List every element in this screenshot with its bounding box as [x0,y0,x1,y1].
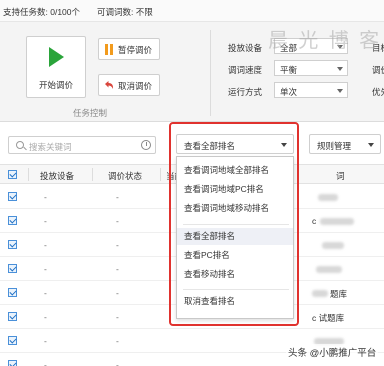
start-bid-label: 开始调价 [38,80,73,90]
supported-tasks-text: 支持任务数: 0/100个 [3,7,80,17]
device-label: 投放设备 [228,43,263,53]
row-checkbox[interactable] [8,216,17,225]
mode-select-value: 单次 [280,87,298,97]
column-header-device: 投放设备 [40,171,75,181]
chevron-down-icon [337,67,343,71]
clock-icon[interactable] [141,140,151,150]
select-all-checkbox[interactable] [8,170,17,179]
chevron-down-icon [337,89,343,93]
priority-label: 优先 [372,87,384,97]
undo-icon [105,81,114,89]
speed-select-value: 平衡 [280,65,298,75]
keyword-search-input[interactable]: 搜索关键词 [8,136,156,154]
row-checkbox[interactable] [8,312,17,321]
pause-bid-button[interactable]: 暂停调价 [98,38,160,60]
column-header-status: 调价状态 [108,171,143,181]
adjustable-count-text: 可调词数: 不限 [97,7,153,17]
row-checkbox[interactable] [8,240,17,249]
task-control-group-label: 任务控制 [72,108,107,118]
cancel-bid-label: 取消调价 [118,81,153,91]
chevron-down-icon [368,143,374,147]
divider [210,30,211,116]
rule-management-select[interactable]: 规则管理 [309,134,381,154]
row-checkbox[interactable] [8,192,17,201]
watermark: 晨 光 博 客 [268,28,382,52]
row-checkbox[interactable] [8,360,17,366]
row-checkbox[interactable] [8,336,17,345]
bid-label: 调价 [372,65,384,75]
source-caption: 头条 @小鹏推广平台 [286,344,379,360]
speed-label: 调词速度 [228,65,263,75]
start-bid-button[interactable]: 开始调价 [26,36,86,98]
play-icon [49,47,64,67]
search-placeholder: 搜索关键词 [29,142,72,152]
column-header-keyword: 词 [336,171,345,181]
rule-select-value: 规则管理 [317,141,352,151]
speed-select[interactable]: 平衡 [274,60,348,76]
search-icon [16,141,24,149]
pause-icon [104,44,114,55]
mode-select[interactable]: 单次 [274,82,348,98]
cancel-bid-button[interactable]: 取消调价 [98,74,160,96]
highlight-annotation-box [169,122,299,326]
mode-label: 运行方式 [228,87,263,97]
pause-bid-label: 暂停调价 [118,45,153,55]
row-checkbox[interactable] [8,264,17,273]
row-checkbox[interactable] [8,288,17,297]
status-bar: 支持任务数: 0/100个 可调词数: 不限 [0,0,384,22]
